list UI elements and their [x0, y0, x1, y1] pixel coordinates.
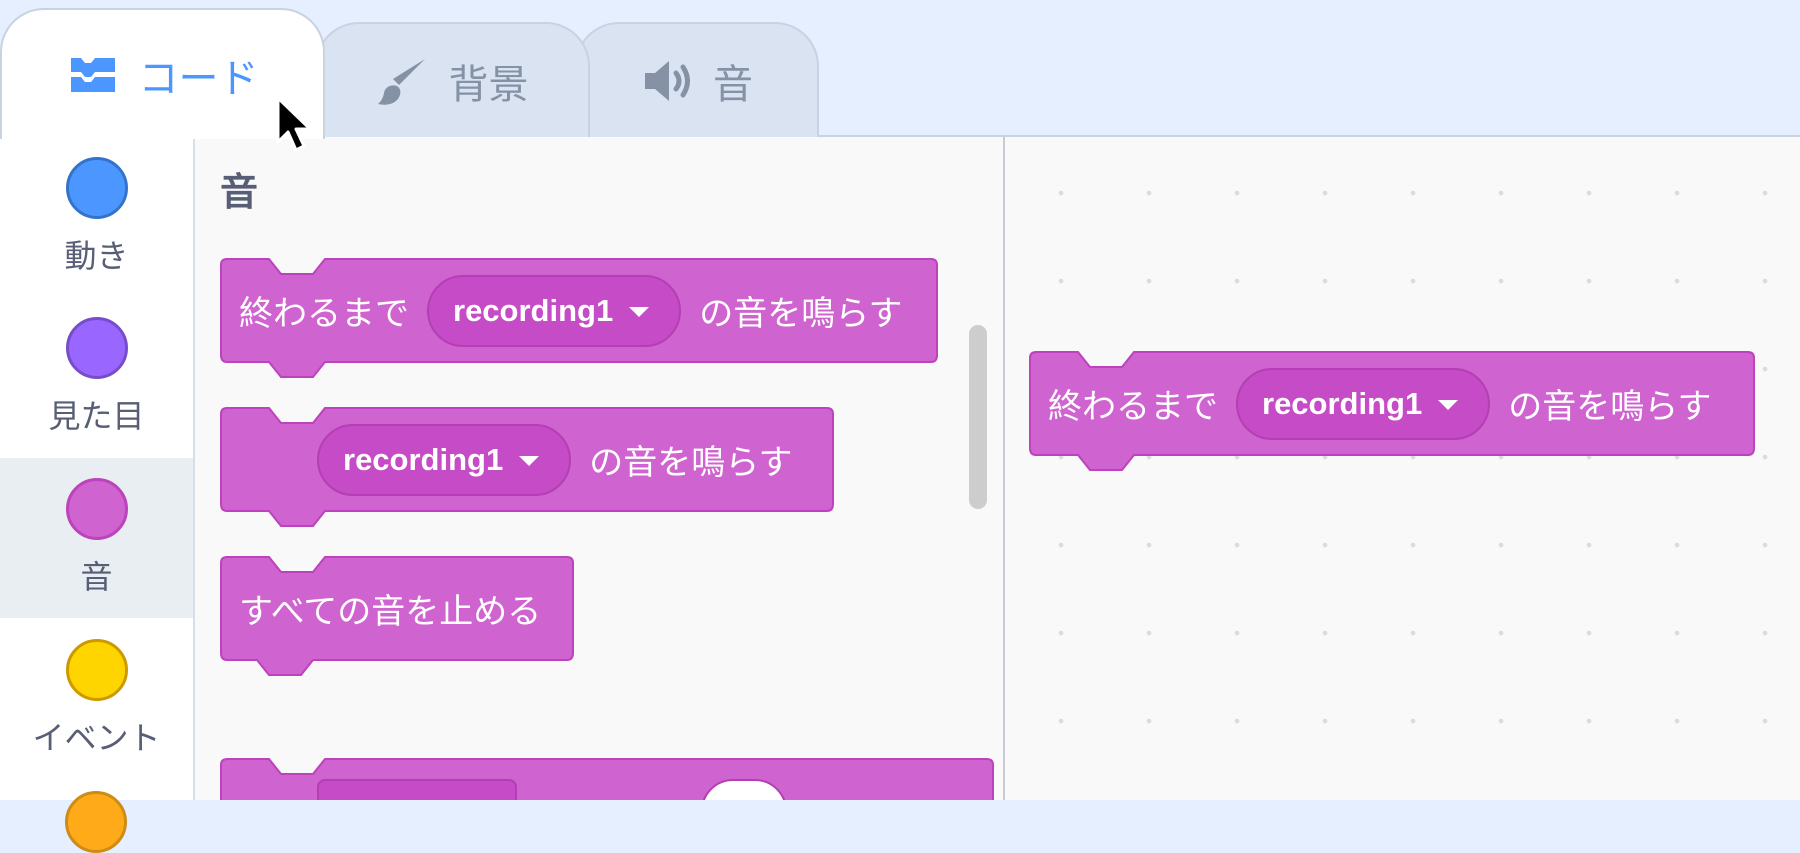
sound-dropdown[interactable]: recording1 — [317, 423, 572, 496]
category-label: イベント — [32, 720, 161, 756]
partial-sound-effect-block[interactable] — [219, 757, 995, 800]
dropdown-value: recording1 — [453, 292, 614, 328]
block-text: すべての音を止める — [239, 593, 542, 631]
category-label: 動き — [64, 238, 129, 274]
block-palette: 音 終わるまで recording1 の音を鳴らす recording1 の音を… — [195, 137, 1005, 800]
tab-code-label: コード — [138, 56, 259, 101]
stop-all-sounds-block[interactable]: すべての音を止める — [219, 555, 575, 679]
block-text: 終わるまで — [1048, 388, 1218, 426]
workspace-play-sound-until-done-block[interactable]: 終わるまで recording1 の音を鳴らす — [1028, 350, 1756, 474]
block-text: の音を鳴らす — [699, 295, 903, 333]
paintbrush-icon — [377, 55, 429, 107]
script-workspace[interactable]: 終わるまで recording1 の音を鳴らす — [1005, 137, 1800, 800]
start-sound-block[interactable]: recording1 の音を鳴らす — [219, 406, 835, 530]
palette-heading: 音 — [220, 172, 259, 214]
palette-scrollbar[interactable] — [969, 325, 987, 509]
effect-dropdown[interactable] — [317, 778, 517, 800]
control-category-dot-partial — [65, 791, 127, 853]
caret-down-icon — [519, 455, 540, 466]
category-sound[interactable]: 音 — [0, 458, 193, 618]
category-motion[interactable]: 動き — [0, 137, 193, 297]
tab-backdrops[interactable]: 背景 — [315, 22, 590, 137]
editor-tab-bar: 音 背景 コード — [0, 0, 1800, 139]
sound-dropdown[interactable]: recording1 — [1236, 367, 1491, 440]
looks-category-dot — [65, 317, 128, 379]
block-text: の音を鳴らす — [589, 444, 793, 482]
category-label: 見た目 — [48, 398, 145, 434]
sound-dropdown[interactable]: recording1 — [427, 274, 682, 347]
block-text: 終わるまで — [239, 295, 409, 333]
tab-code[interactable]: コード — [0, 8, 325, 139]
motion-category-dot — [65, 157, 128, 219]
tab-backdrops-label: 背景 — [448, 62, 529, 107]
sound-category-dot — [65, 478, 128, 540]
caret-down-icon — [629, 306, 650, 317]
dropdown-value: recording1 — [1262, 385, 1423, 421]
events-category-dot — [65, 639, 128, 701]
category-looks[interactable]: 見た目 — [0, 297, 193, 457]
tab-sounds-label: 音 — [713, 62, 753, 107]
caret-down-icon — [1438, 399, 1459, 410]
play-sound-until-done-block[interactable]: 終わるまで recording1 の音を鳴らす — [219, 257, 939, 381]
category-events[interactable]: イベント — [0, 619, 193, 779]
category-menu: 動き 見た目 音 イベント — [0, 137, 195, 853]
dropdown-value: recording1 — [343, 441, 504, 477]
code-icon — [67, 55, 119, 95]
block-text: の音を鳴らす — [1508, 388, 1712, 426]
speaker-icon — [641, 58, 693, 104]
effect-value-input[interactable] — [701, 778, 787, 800]
category-label: 音 — [80, 559, 113, 595]
tab-sounds[interactable]: 音 — [575, 22, 819, 137]
